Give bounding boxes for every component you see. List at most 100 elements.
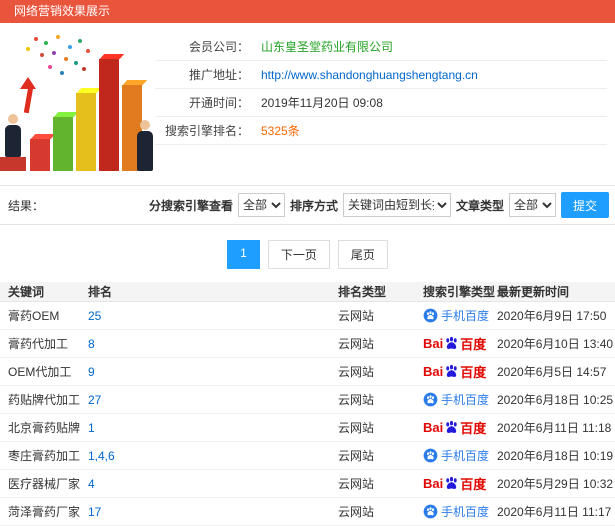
engine-cell: 手机百度 <box>423 503 497 520</box>
next-page-button[interactable]: 下一页 <box>267 240 330 269</box>
mobile-baidu-icon <box>423 392 438 407</box>
table-row: 北京膏药贴牌 1 云网站 Bai 百度 2020年6月11日 11:18 <box>0 414 615 442</box>
growth-arrow-head <box>20 77 36 89</box>
engine-cell: 手机百度 <box>423 447 497 464</box>
bar-4 <box>99 59 119 171</box>
keyword-cell: 膏药代加工 <box>8 337 69 351</box>
info-row-rank-count: 搜索引擎排名： 5325条 <box>155 117 607 145</box>
engine-filter-label: 分搜索引擎查看 <box>148 198 233 213</box>
header-keyword: 关键词 <box>8 285 45 299</box>
growth-arrow <box>23 86 34 114</box>
pedestal-shape <box>0 157 26 171</box>
table-row: OEM代加工 9 云网站 Bai 百度 2020年6月5日 14:57 <box>0 358 615 386</box>
article-type-select[interactable]: 全部 <box>508 193 556 217</box>
rank-link[interactable]: 1 <box>88 421 95 435</box>
rank-link[interactable]: 27 <box>88 393 101 407</box>
table-row: 枣庄膏药加工 1,4,6 云网站 手机百度 2020年6月18日 10:19 <box>0 442 615 470</box>
info-row-company: 会员公司： 山东皇圣堂药业有限公司 <box>155 33 607 61</box>
rank-link[interactable]: 4 <box>88 477 95 491</box>
rank-link[interactable]: 9 <box>88 365 95 379</box>
businessman-left <box>5 114 21 157</box>
updated-cell: 2020年6月9日 17:50 <box>497 309 607 323</box>
engine-filter-select[interactable]: 全部 <box>237 193 285 217</box>
rank-link[interactable]: 17 <box>88 505 101 519</box>
baidu-logo-cn: 百度 <box>460 477 487 492</box>
updated-cell: 2020年6月18日 10:19 <box>497 449 614 463</box>
company-name-link[interactable]: 山东皇圣堂药业有限公司 <box>261 38 393 55</box>
bar-3 <box>76 93 96 171</box>
table-row: 膏药代加工 8 云网站 Bai 百度 2020年6月10日 13:40 <box>0 330 615 358</box>
mobile-baidu-icon <box>423 504 438 519</box>
page-title-bar: 网络营销效果展示 <box>0 0 615 23</box>
results-table: 关键词 排名 排名类型 搜索引擎类型 最新更新时间 膏药OEM 25 云网站 手… <box>0 282 615 526</box>
rank-type-cell: 云网站 <box>338 337 375 351</box>
bar-2 <box>53 117 73 171</box>
confetti-dots <box>34 37 38 41</box>
updated-cell: 2020年6月10日 13:40 <box>497 337 614 351</box>
article-type-label: 文章类型 <box>455 198 504 213</box>
baidu-logo-text: Bai <box>423 476 444 491</box>
promotion-url-link[interactable]: http://www.shandonghuangshengtang.cn <box>261 68 478 82</box>
filter-bar: 结果： 分搜索引擎查看 全部 排序方式 关键词由短到长排序 文章类型 全部 提交 <box>0 185 615 225</box>
baidu-logo-cn: 百度 <box>460 337 487 352</box>
keyword-cell: 枣庄膏药加工 <box>8 449 81 463</box>
header-rank-type: 排名类型 <box>338 285 387 299</box>
updated-cell: 2020年6月18日 10:25 <box>497 393 614 407</box>
member-info-section: 会员公司： 山东皇圣堂药业有限公司 推广地址： http://www.shand… <box>0 23 615 185</box>
updated-cell: 2020年6月5日 14:57 <box>497 365 607 379</box>
baidu-paw-icon <box>444 336 459 351</box>
engine-name: 手机百度 <box>441 309 490 323</box>
engine-cell: 手机百度 <box>423 307 497 324</box>
engine-cell: Bai 百度 <box>423 474 497 493</box>
member-info-table: 会员公司： 山东皇圣堂药业有限公司 推广地址： http://www.shand… <box>155 33 607 185</box>
keyword-cell: 菏泽膏药厂家 <box>8 505 81 519</box>
open-time-label: 开通时间： <box>188 96 249 110</box>
rank-type-cell: 云网站 <box>338 505 375 519</box>
mobile-baidu-icon <box>423 448 438 463</box>
info-row-open-time: 开通时间： 2019年11月20日 09:08 <box>155 89 607 117</box>
bar-chart-illustration <box>0 27 155 185</box>
engine-name: 手机百度 <box>441 393 490 407</box>
keyword-cell: 医疗器械厂家 <box>8 477 81 491</box>
baidu-paw-icon <box>444 364 459 379</box>
table-row: 医疗器械厂家 4 云网站 Bai 百度 2020年5月29日 10:32 <box>0 470 615 498</box>
table-header-row: 关键词 排名 排名类型 搜索引擎类型 最新更新时间 <box>0 282 615 302</box>
businessman-right <box>137 120 153 171</box>
sort-filter-label: 排序方式 <box>289 198 338 213</box>
keyword-cell: 药贴牌代加工 <box>8 393 81 407</box>
baidu-paw-icon <box>444 476 459 491</box>
pagination: 1 下一页 尾页 <box>0 240 615 269</box>
rank-type-cell: 云网站 <box>338 421 375 435</box>
rank-link[interactable]: 25 <box>88 309 101 323</box>
last-page-button[interactable]: 尾页 <box>337 240 388 269</box>
baidu-logo-cn: 百度 <box>460 421 487 436</box>
updated-cell: 2020年6月11日 11:17 <box>497 505 612 519</box>
header-rank: 排名 <box>88 285 113 299</box>
updated-cell: 2020年6月11日 11:18 <box>497 421 612 435</box>
rank-type-cell: 云网站 <box>338 393 375 407</box>
rank-link[interactable]: 8 <box>88 337 95 351</box>
baidu-logo-cn: 百度 <box>460 365 487 380</box>
rank-type-cell: 云网站 <box>338 365 375 379</box>
keyword-cell: 北京膏药贴牌 <box>8 421 81 435</box>
table-row: 菏泽膏药厂家 17 云网站 手机百度 2020年6月11日 11:17 <box>0 498 615 526</box>
page-title: 网络营销效果展示 <box>14 4 111 18</box>
filter-group: 分搜索引擎查看 全部 排序方式 关键词由短到长排序 文章类型 全部 提交 <box>149 192 609 218</box>
keyword-cell: OEM代加工 <box>8 365 72 379</box>
open-time-value: 2019年11月20日 09:08 <box>261 96 383 110</box>
submit-button[interactable]: 提交 <box>560 192 609 218</box>
header-engine: 搜索引擎类型 <box>423 285 496 299</box>
page-1-button[interactable]: 1 <box>227 240 260 269</box>
header-updated: 最新更新时间 <box>497 285 570 299</box>
engine-cell: Bai 百度 <box>423 334 497 353</box>
sort-filter-select[interactable]: 关键词由短到长排序 <box>342 193 451 217</box>
keyword-cell: 膏药OEM <box>8 309 60 323</box>
rank-count-value: 5325条 <box>261 124 300 138</box>
rank-type-cell: 云网站 <box>338 449 375 463</box>
engine-name: 手机百度 <box>441 449 490 463</box>
result-label: 结果： <box>8 198 45 213</box>
rank-link[interactable]: 1,4,6 <box>88 449 115 463</box>
updated-cell: 2020年5月29日 10:32 <box>497 477 614 491</box>
engine-cell: Bai 百度 <box>423 418 497 437</box>
promotion-url-label: 推广地址： <box>188 68 249 82</box>
